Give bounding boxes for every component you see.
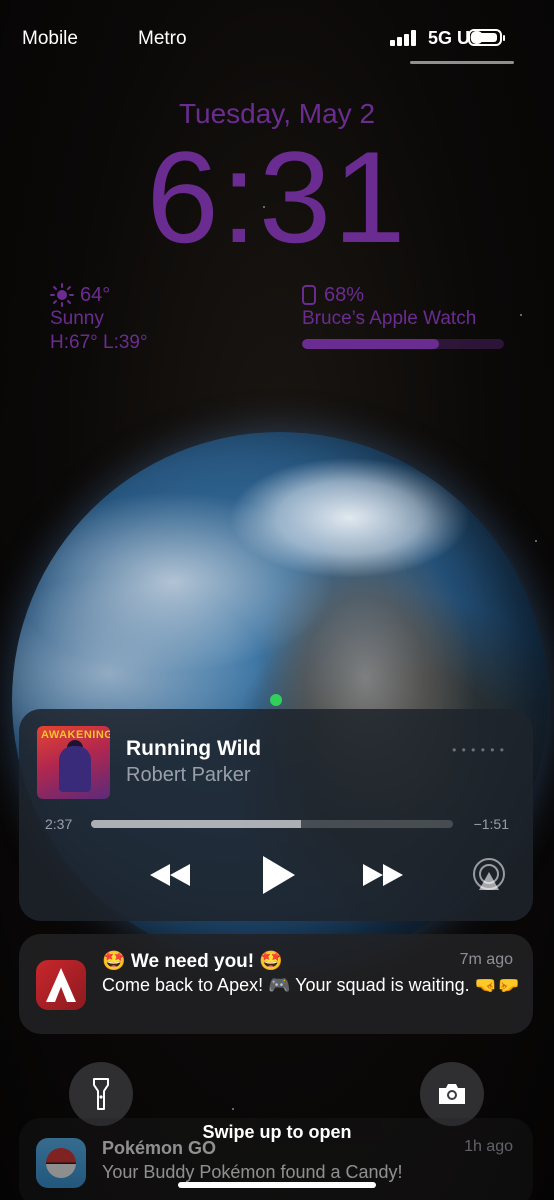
- weather-condition: Sunny: [50, 308, 104, 329]
- apex-legends-icon: [36, 960, 86, 1010]
- star: [232, 1108, 234, 1110]
- playback-scrubber[interactable]: [91, 820, 453, 828]
- playback-progress-fill: [91, 820, 301, 828]
- location-dot: [270, 694, 282, 706]
- status-bar: Mobile Metro 5G UC: [0, 28, 554, 52]
- lock-time: 6:31: [146, 124, 408, 270]
- carrier-label-secondary: Metro: [138, 28, 186, 49]
- carrier-label: Mobile: [22, 28, 78, 49]
- sun-icon: [50, 283, 74, 307]
- notification-body: Come back to Apex! 🎮 Your squad is waiti…: [102, 975, 520, 995]
- watch-battery-fill: [302, 339, 440, 349]
- play-icon: [263, 856, 295, 894]
- battery-full-icon: [468, 29, 505, 46]
- elapsed-time: 2:37: [45, 816, 73, 832]
- track-artist: Robert Parker: [126, 764, 251, 786]
- lock-screen: Mobile Metro 5G UC Tuesday, May 2 6:31 6…: [0, 0, 554, 1200]
- cellular-signal-icon: [390, 30, 418, 46]
- track-title: Running Wild: [126, 737, 262, 760]
- flashlight-icon: [93, 1078, 109, 1110]
- remaining-time: −1:51: [473, 816, 509, 832]
- star: [535, 540, 537, 542]
- apple-watch-icon: [302, 285, 316, 305]
- rewind-icon: [150, 864, 190, 886]
- camera-icon: [439, 1084, 465, 1104]
- watch-battery-widget[interactable]: 68% Bruce’s Apple Watch: [302, 283, 504, 349]
- airplay-icon: [473, 858, 505, 890]
- notification-apex[interactable]: 🤩 We need you! 🤩 7m ago Come back to Ape…: [19, 934, 533, 1034]
- notification-body: Your Buddy Pokémon found a Candy!: [102, 1162, 403, 1182]
- now-playing-widget[interactable]: AWAKENING Running Wild Robert Parker • •…: [19, 709, 533, 921]
- album-art-title: AWAKENING: [41, 729, 110, 741]
- rewind-button[interactable]: [146, 855, 194, 895]
- album-art[interactable]: AWAKENING: [37, 726, 110, 799]
- home-indicator[interactable]: [178, 1182, 376, 1188]
- weather-temperature: 64°: [80, 284, 111, 306]
- swipe-up-hint: Swipe up to open: [202, 1122, 352, 1142]
- watch-battery-bar: [302, 339, 504, 349]
- notification-time: 7m ago: [459, 951, 513, 968]
- airplay-button[interactable]: [465, 855, 513, 895]
- weather-widget[interactable]: 64° Sunny H:67° L:39°: [50, 283, 148, 355]
- fast-forward-icon: [363, 864, 403, 886]
- flashlight-button[interactable]: [69, 1062, 133, 1126]
- control-center-grabber[interactable]: [410, 61, 514, 64]
- notification-title: 🤩 We need you! 🤩: [102, 951, 284, 972]
- watch-battery-percent: 68%: [324, 284, 365, 306]
- more-options-icon[interactable]: • • • • • •: [452, 743, 505, 757]
- fast-forward-button[interactable]: [359, 855, 407, 895]
- star: [520, 314, 522, 316]
- play-button[interactable]: [254, 855, 302, 895]
- watch-device-name: Bruce’s Apple Watch: [302, 308, 477, 329]
- pokemon-go-icon: [36, 1138, 86, 1188]
- weather-high-low: H:67° L:39°: [50, 332, 148, 353]
- camera-button[interactable]: [420, 1062, 484, 1126]
